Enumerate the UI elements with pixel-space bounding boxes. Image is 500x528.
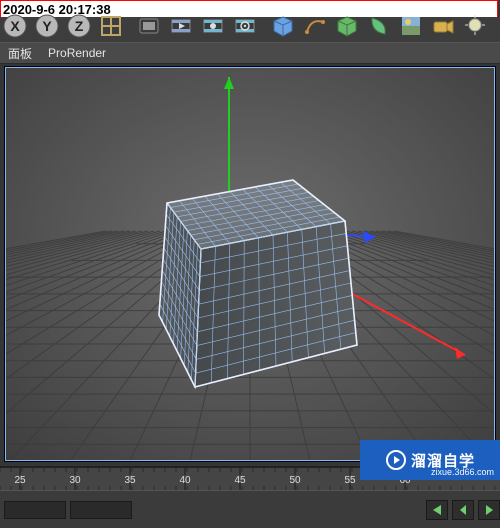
deformer-button[interactable] bbox=[364, 17, 394, 42]
play-circle-icon bbox=[385, 449, 407, 471]
svg-text:40: 40 bbox=[179, 475, 191, 486]
render-preview-button[interactable] bbox=[198, 17, 228, 42]
svg-text:30: 30 bbox=[69, 475, 81, 486]
primitive-cube-button[interactable] bbox=[268, 17, 298, 42]
play-button[interactable] bbox=[478, 500, 500, 520]
menu-panel[interactable]: 面板 bbox=[0, 43, 40, 63]
frame-start-field[interactable] bbox=[4, 501, 66, 519]
generator-button[interactable] bbox=[332, 17, 362, 42]
main-toolbar: X Y Z bbox=[0, 17, 500, 43]
menu-prorender[interactable]: ProRender bbox=[40, 43, 114, 63]
goto-start-button[interactable] bbox=[426, 500, 448, 520]
viewport-menubar: 面板 ProRender bbox=[0, 42, 500, 64]
axis-z-button[interactable]: Z bbox=[64, 17, 94, 42]
svg-text:Z: Z bbox=[75, 18, 84, 34]
svg-text:Y: Y bbox=[42, 18, 52, 34]
render-frame-button[interactable] bbox=[166, 17, 196, 42]
axis-y-button[interactable]: Y bbox=[32, 17, 62, 42]
prev-key-button[interactable] bbox=[452, 500, 474, 520]
svg-text:35: 35 bbox=[124, 475, 136, 486]
render-settings-button[interactable] bbox=[230, 17, 260, 42]
environment-button[interactable] bbox=[396, 17, 426, 42]
svg-text:25: 25 bbox=[14, 475, 26, 486]
render-region-button[interactable] bbox=[134, 17, 164, 42]
svg-text:50: 50 bbox=[289, 475, 301, 486]
coord-system-button[interactable] bbox=[96, 17, 126, 42]
svg-text:45: 45 bbox=[234, 475, 246, 486]
perspective-viewport[interactable] bbox=[4, 66, 496, 462]
timeline-controls bbox=[0, 490, 500, 528]
camera-button[interactable] bbox=[428, 17, 458, 42]
svg-text:55: 55 bbox=[344, 475, 356, 486]
svg-text:X: X bbox=[10, 18, 20, 34]
spline-pen-button[interactable] bbox=[300, 17, 330, 42]
watermark-url: zixue.3d66.com bbox=[431, 467, 494, 477]
watermark-badge: 溜溜自学 zixue.3d66.com bbox=[360, 440, 500, 480]
axis-x-button[interactable]: X bbox=[0, 17, 30, 42]
light-button[interactable] bbox=[460, 17, 490, 42]
frame-end-field[interactable] bbox=[70, 501, 132, 519]
